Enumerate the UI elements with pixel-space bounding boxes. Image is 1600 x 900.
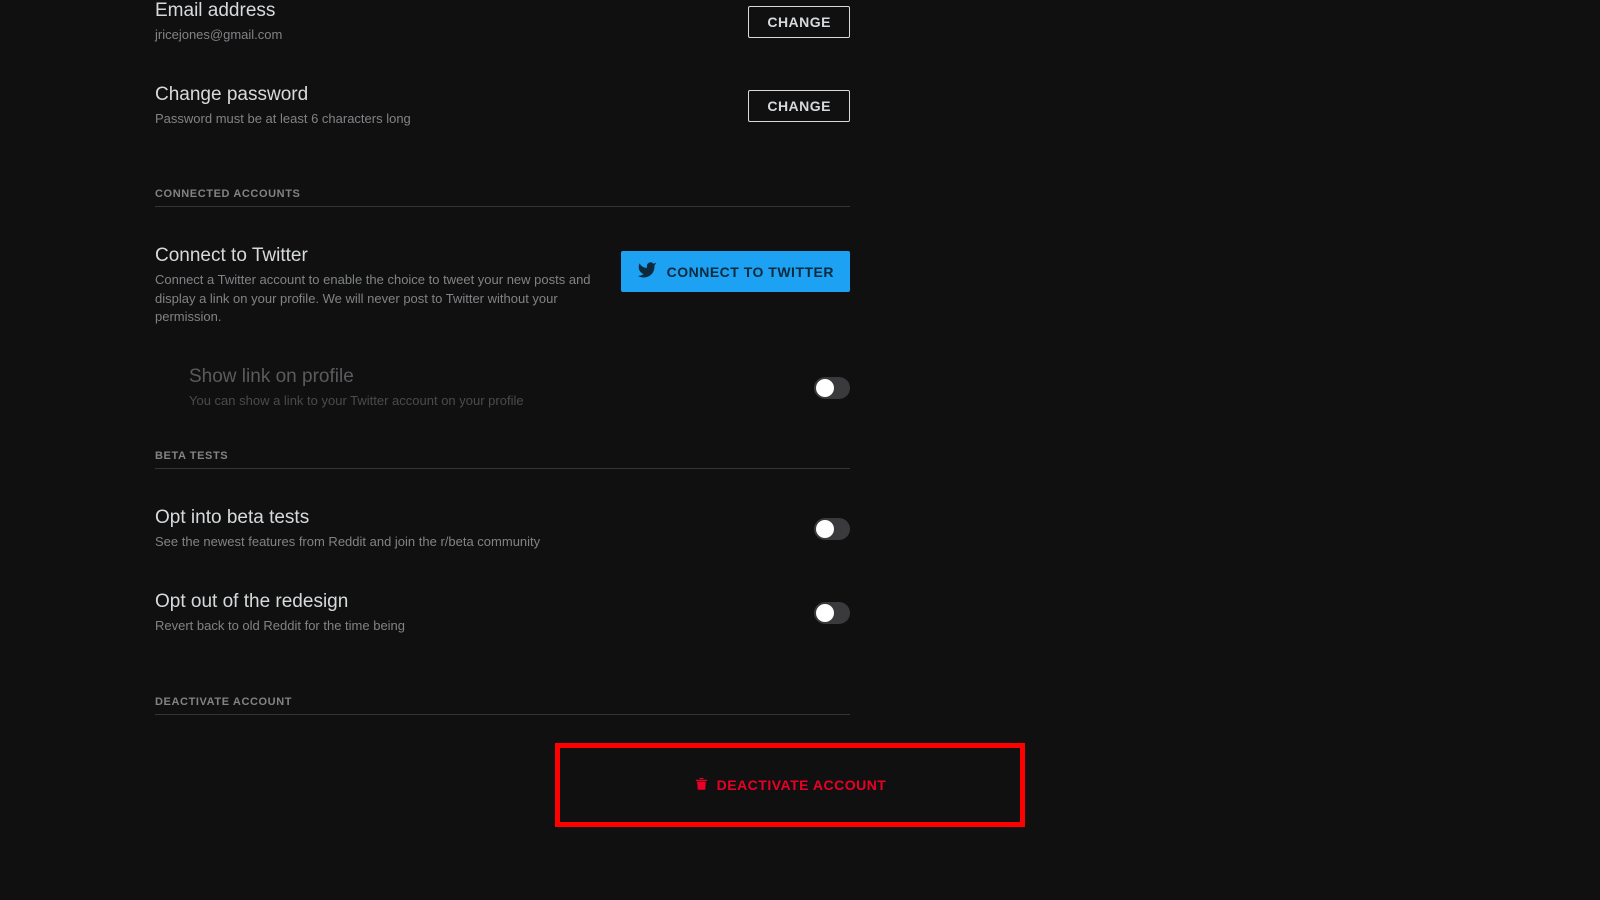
- password-title: Change password: [155, 84, 728, 106]
- password-subtitle: Password must be at least 6 characters l…: [155, 110, 728, 128]
- toggle-knob: [816, 379, 834, 397]
- show-link-row: Show link on profile You can show a link…: [155, 356, 850, 420]
- beta-optin-title: Opt into beta tests: [155, 507, 794, 529]
- section-connected-accounts: CONNECTED ACCOUNTS: [155, 188, 850, 207]
- twitter-icon: [637, 260, 657, 283]
- deactivate-highlight: DEACTIVATE ACCOUNT: [555, 743, 1025, 827]
- beta-optin-subtitle: See the newest features from Reddit and …: [155, 533, 794, 551]
- trash-icon: [694, 776, 709, 794]
- connect-twitter-button[interactable]: CONNECT TO TWITTER: [621, 251, 850, 292]
- deactivate-button-label: DEACTIVATE ACCOUNT: [717, 777, 887, 793]
- toggle-knob: [816, 604, 834, 622]
- change-email-button[interactable]: CHANGE: [748, 6, 850, 38]
- password-row: Change password Password must be at leas…: [155, 74, 850, 158]
- show-link-title: Show link on profile: [189, 366, 794, 388]
- change-password-button[interactable]: CHANGE: [748, 90, 850, 122]
- email-title: Email address: [155, 0, 728, 22]
- twitter-title: Connect to Twitter: [155, 245, 601, 267]
- beta-optin-row: Opt into beta tests See the newest featu…: [155, 497, 850, 581]
- deactivate-account-button[interactable]: DEACTIVATE ACCOUNT: [694, 776, 887, 794]
- deactivate-row: DEACTIVATE ACCOUNT: [155, 743, 850, 827]
- twitter-button-label: CONNECT TO TWITTER: [667, 264, 834, 280]
- email-value: jricejones@gmail.com: [155, 26, 728, 44]
- settings-panel: Email address jricejones@gmail.com CHANG…: [155, 0, 850, 827]
- beta-optout-row: Opt out of the redesign Revert back to o…: [155, 581, 850, 665]
- toggle-knob: [816, 520, 834, 538]
- twitter-subtitle: Connect a Twitter account to enable the …: [155, 271, 601, 326]
- beta-optout-title: Opt out of the redesign: [155, 591, 794, 613]
- beta-optin-toggle[interactable]: [814, 518, 850, 540]
- show-link-toggle[interactable]: [814, 377, 850, 399]
- section-deactivate: DEACTIVATE ACCOUNT: [155, 696, 850, 715]
- email-row: Email address jricejones@gmail.com CHANG…: [155, 0, 850, 74]
- beta-optout-toggle[interactable]: [814, 602, 850, 624]
- section-beta-tests: BETA TESTS: [155, 450, 850, 469]
- show-link-subtitle: You can show a link to your Twitter acco…: [189, 392, 794, 410]
- twitter-row: Connect to Twitter Connect a Twitter acc…: [155, 235, 850, 356]
- beta-optout-subtitle: Revert back to old Reddit for the time b…: [155, 617, 794, 635]
